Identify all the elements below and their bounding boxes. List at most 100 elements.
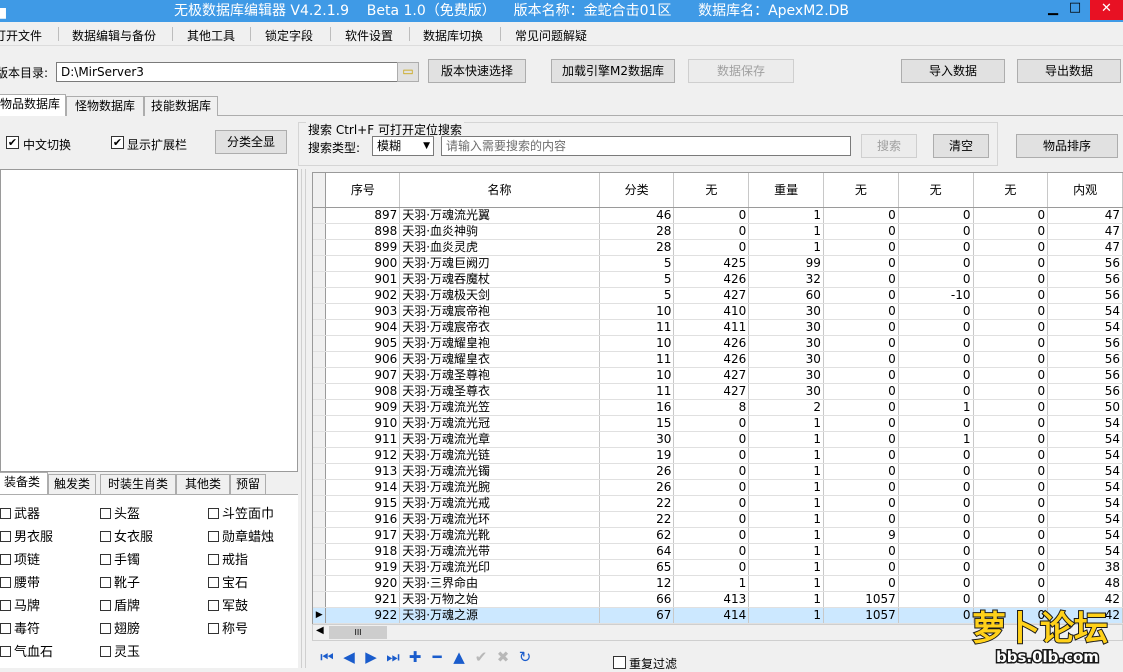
table-cell[interactable]: 8 [673,399,750,416]
table-cell[interactable]: 0 [898,591,974,608]
table-cell[interactable]: 0 [898,575,974,592]
row-indicator[interactable] [313,287,327,304]
search-input[interactable]: 请输入需要搜索的内容 [441,136,851,156]
table-cell[interactable]: 0 [973,399,1049,416]
tab-skill-db[interactable]: 技能数据库 [144,96,218,116]
menu-settings[interactable]: 软件设置 [345,27,393,44]
table-cell[interactable]: 天羽·万魂流光环 [399,511,600,528]
table-cell[interactable]: 天羽·万魂巨阙刃 [399,255,600,272]
table-cell[interactable]: 0 [898,447,974,464]
table-cell[interactable]: 30 [748,303,824,320]
table-cell[interactable]: 天羽·万魂圣尊袍 [399,367,600,384]
table-cell[interactable]: 912 [325,447,401,464]
table-cell[interactable]: 99 [748,255,824,272]
table-cell[interactable]: 56 [1047,351,1123,368]
tab-fashion-zodiac[interactable]: 时装生肖类 [100,474,176,494]
checkbox-box[interactable] [208,508,219,519]
table-cell[interactable]: 426 [673,351,750,368]
table-cell[interactable]: 907 [325,367,401,384]
table-cell[interactable]: 0 [973,287,1049,304]
category-checkbox[interactable]: 男衣服 [0,526,53,545]
checkbox-box[interactable] [100,623,111,634]
table-cell[interactable]: 47 [1047,223,1123,240]
table-cell[interactable]: 0 [673,527,750,544]
table-row[interactable]: 902 天羽·万魂极天剑 5 427 60 0 -10 0 56 [313,287,1123,304]
table-cell[interactable]: 10 [599,367,675,384]
category-checkbox[interactable]: 盾牌 [100,595,140,614]
table-cell[interactable]: 天羽·万魂流光印 [399,559,600,576]
table-cell[interactable]: 425 [673,255,750,272]
table-cell[interactable]: 913 [325,463,401,480]
checkbox-box[interactable] [100,508,111,519]
table-cell[interactable]: 427 [673,287,750,304]
table-cell[interactable]: 0 [823,463,899,480]
category-checkbox[interactable]: 气血石 [0,641,53,660]
table-cell[interactable]: 0 [898,239,974,256]
delete-record-icon[interactable]: ━ [426,648,448,666]
table-cell[interactable]: 60 [748,287,824,304]
table-cell[interactable]: 427 [673,383,750,400]
checkbox-box[interactable] [208,531,219,542]
table-cell[interactable]: 920 [325,575,401,592]
column-header[interactable]: 重量 [748,173,824,208]
classify-all-button[interactable]: 分类全显 [215,130,287,154]
table-cell[interactable]: 0 [898,415,974,432]
table-cell[interactable]: 0 [973,431,1049,448]
tab-equipment[interactable]: 装备类 [0,472,48,494]
table-cell[interactable]: 天羽·万魂流光翼 [399,207,600,224]
table-cell[interactable]: 1 [748,495,824,512]
column-header[interactable]: 无 [898,173,974,208]
category-checkbox[interactable]: 女衣服 [100,526,153,545]
table-cell[interactable]: 54 [1047,479,1123,496]
table-row[interactable]: 899 天羽·血炎灵虎 28 0 1 0 0 0 47 [313,239,1123,256]
table-cell[interactable]: 0 [823,575,899,592]
checkbox-box[interactable] [208,554,219,565]
dir-input[interactable]: D:\MirServer3 [56,62,398,82]
table-cell[interactable]: 0 [673,415,750,432]
table-cell[interactable]: 54 [1047,447,1123,464]
table-cell[interactable]: 0 [898,351,974,368]
table-cell[interactable]: 901 [325,271,401,288]
tab-other[interactable]: 其他类 [176,474,230,494]
table-cell[interactable]: 天羽·万魂极天剑 [399,287,600,304]
table-cell[interactable]: 0 [673,543,750,560]
table-cell[interactable]: 0 [823,431,899,448]
table-cell[interactable]: 10 [599,335,675,352]
table-row[interactable]: 914 天羽·万魂流光腕 26 0 1 0 0 0 54 [313,479,1123,496]
table-cell[interactable]: 2 [748,399,824,416]
search-button[interactable]: 搜索 [861,134,917,158]
table-cell[interactable]: 916 [325,511,401,528]
cn-toggle-checkbox[interactable]: ✔ [6,136,19,149]
table-cell[interactable]: 0 [673,463,750,480]
table-cell[interactable]: 1 [673,575,750,592]
search-type-select[interactable]: 模糊 ▼ [372,136,434,156]
table-cell[interactable]: 天羽·万魂吞魔杖 [399,271,600,288]
tab-trigger[interactable]: 触发类 [48,474,96,494]
table-cell[interactable]: 0 [973,303,1049,320]
table-cell[interactable]: 915 [325,495,401,512]
checkbox-box[interactable] [0,577,11,588]
category-checkbox[interactable]: 翅膀 [100,618,140,637]
table-cell[interactable]: 0 [973,271,1049,288]
row-indicator[interactable] [313,511,327,528]
table-row[interactable]: 897 天羽·万魂流光翼 46 0 1 0 0 0 47 [313,207,1123,224]
table-cell[interactable]: 1 [748,239,824,256]
table-cell[interactable]: 11 [599,319,675,336]
table-cell[interactable]: 天羽·万魂流光带 [399,543,600,560]
table-cell[interactable]: 0 [973,559,1049,576]
table-cell[interactable]: 921 [325,591,401,608]
table-cell[interactable]: 5 [599,287,675,304]
row-indicator[interactable] [313,271,327,288]
table-cell[interactable]: 11 [599,351,675,368]
checkbox-box[interactable] [0,623,11,634]
table-cell[interactable]: 54 [1047,415,1123,432]
column-header[interactable]: 内观 [1047,173,1123,208]
table-cell[interactable]: 15 [599,415,675,432]
table-cell[interactable]: 410 [673,303,750,320]
table-cell[interactable]: 0 [823,223,899,240]
table-cell[interactable]: 12 [599,575,675,592]
table-cell[interactable]: 天羽·万魂流光靴 [399,527,600,544]
menu-data-edit[interactable]: 数据编辑与备份 [72,27,156,44]
table-cell[interactable]: 天羽·万魂圣尊衣 [399,383,600,400]
table-cell[interactable]: 30 [748,367,824,384]
